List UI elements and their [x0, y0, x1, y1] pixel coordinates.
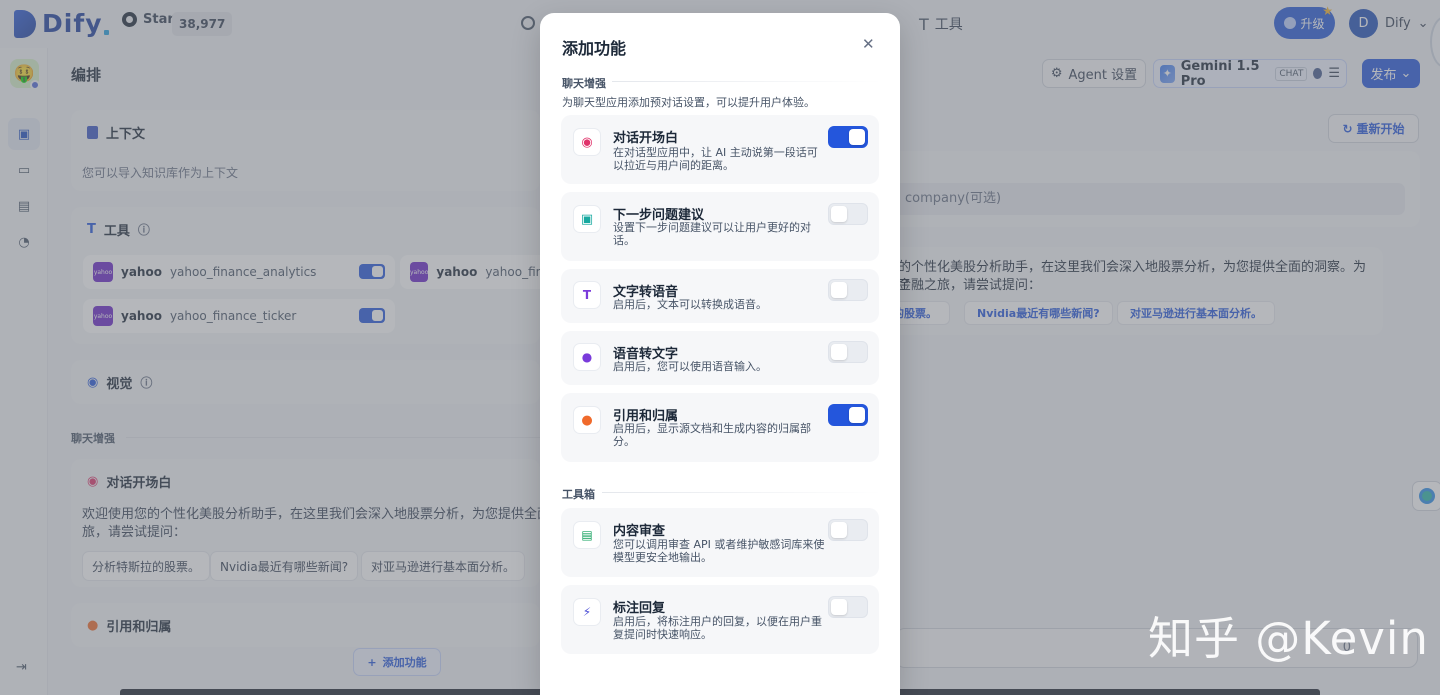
feature-toggle-citation[interactable]	[828, 404, 868, 426]
feature-toggle-opener[interactable]	[828, 126, 868, 148]
feature-toggle-suggested-questions[interactable]	[828, 203, 868, 225]
feature-card-citation: ● 引用和归属 启用后，显示源文档和生成内容的归属部分。	[561, 393, 879, 462]
feature-description: 启用后，将标注用户的回复，以便在用户重复提问时快速响应。	[613, 615, 822, 641]
close-icon[interactable]: ✕	[862, 35, 875, 53]
suggested-questions-icon: ▣	[573, 205, 601, 233]
feature-description: 启用后，文本可以转换成语音。	[613, 298, 767, 311]
feature-card-tts: T 文字转语音 启用后，文本可以转换成语音。	[561, 269, 879, 323]
feature-description: 设置下一步问题建议可以让用户更好的对话。	[613, 221, 811, 247]
microphone-icon: ●	[573, 343, 601, 371]
chat-opener-icon: ◉	[573, 128, 601, 156]
feature-toggle-annotation-reply[interactable]	[828, 596, 868, 618]
moderation-icon: ▤	[573, 521, 601, 549]
add-feature-modal: 添加功能 ✕ 聊天增强 为聊天型应用添加预对话设置，可以提升用户体验。 ◉ 对话…	[540, 13, 900, 695]
feature-card-annotation-reply: ⚡ 标注回复 启用后，将标注用户的回复，以便在用户重复提问时快速响应。	[561, 585, 879, 654]
annotation-reply-icon: ⚡	[573, 598, 601, 626]
feature-card-stt: ● 语音转文字 启用后，您可以使用语音输入。	[561, 331, 879, 385]
chat-group-description: 为聊天型应用添加预对话设置，可以提升用户体验。	[562, 96, 815, 109]
feature-description: 启用后，显示源文档和生成内容的归属部分。	[613, 422, 811, 448]
feature-description: 启用后，您可以使用语音输入。	[613, 360, 767, 373]
modal-title: 添加功能	[562, 39, 627, 58]
feature-toggle-moderation[interactable]	[828, 519, 868, 541]
toolbox-group-label: 工具箱	[562, 488, 595, 501]
citation-icon: ●	[573, 406, 601, 434]
feature-card-moderation: ▤ 内容审查 您可以调用审查 API 或者维护敏感词库来使模型更安全地输出。	[561, 508, 879, 577]
chat-group-label: 聊天增强	[562, 77, 606, 90]
watermark: 知乎 @Kevin	[1148, 612, 1429, 665]
feature-title: 对话开场白	[613, 131, 679, 146]
feature-card-suggested-questions: ▣ 下一步问题建议 设置下一步问题建议可以让用户更好的对话。	[561, 192, 879, 261]
text-to-speech-icon: T	[573, 281, 601, 309]
feature-toggle-stt[interactable]	[828, 341, 868, 363]
feature-toggle-tts[interactable]	[828, 279, 868, 301]
feature-title: 标注回复	[613, 601, 666, 616]
feature-description: 您可以调用审查 API 或者维护敏感词库来使模型更安全地输出。	[613, 538, 825, 564]
feature-description: 在对话型应用中，让 AI 主动说第一段话可以拉近与用户间的距离。	[613, 146, 818, 172]
feature-title: 内容审查	[613, 524, 666, 539]
feature-card-opener: ◉ 对话开场白 在对话型应用中，让 AI 主动说第一段话可以拉近与用户间的距离。	[561, 115, 879, 184]
